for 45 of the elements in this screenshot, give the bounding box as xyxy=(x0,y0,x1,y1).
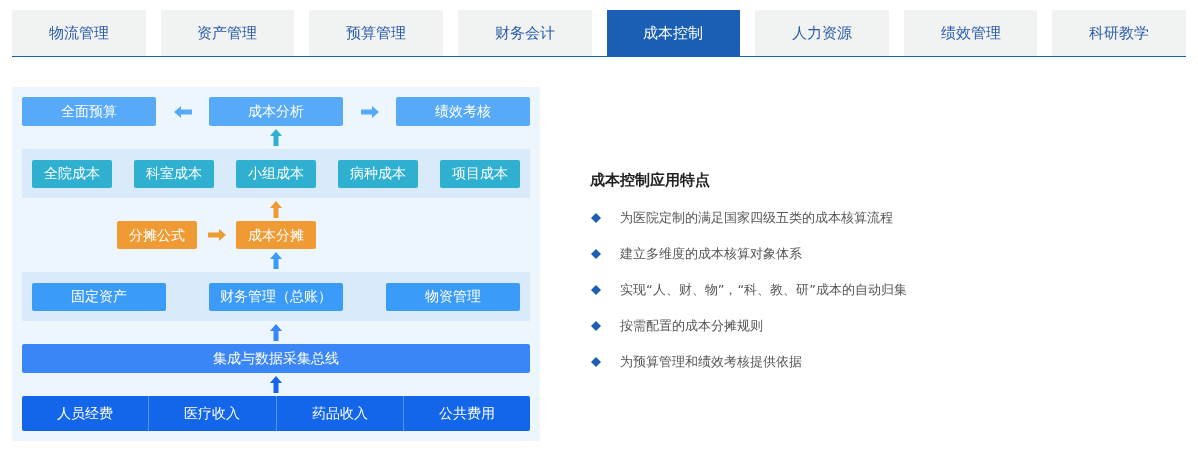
tab[interactable]: 财务会计 xyxy=(457,10,592,56)
diamond-bullet-icon xyxy=(591,212,601,223)
diagram-box: 物资管理 xyxy=(386,282,520,311)
data-bus-bar: 集成与数据采集总线 xyxy=(22,344,530,373)
source-cell: 人员经费 xyxy=(22,396,150,431)
diagram-box: 病种成本 xyxy=(338,159,418,188)
diagram-box: 全院成本 xyxy=(32,159,112,188)
diagram-box: 全面预算 xyxy=(22,97,156,126)
diamond-bullet-icon xyxy=(591,320,601,331)
up-arrow-icon xyxy=(270,201,282,218)
diagram-box: 固定资产 xyxy=(32,282,166,311)
diagram-box: 成本分析 xyxy=(209,97,343,126)
source-cell: 医疗收入 xyxy=(149,396,277,431)
diagram-box: 项目成本 xyxy=(440,159,520,188)
up-arrow-icon xyxy=(270,324,282,341)
tab[interactable]: 成本控制 xyxy=(606,10,741,56)
feature-item: 为医院定制的满足国家四级五类的成本核算流程 xyxy=(620,208,893,227)
right-arrow-icon xyxy=(207,229,226,241)
diagram-box: 财务管理（总账） xyxy=(209,282,343,311)
diamond-bullet-icon xyxy=(591,248,601,259)
tab[interactable]: 科研教学 xyxy=(1052,10,1186,56)
features-title: 成本控制应用特点 xyxy=(590,170,711,191)
feature-item: 实现“人、财、物”，“科、教、研”成本的自动归集 xyxy=(620,280,907,299)
diagram-box: 分摊公式 xyxy=(117,221,197,249)
source-cell: 药品收入 xyxy=(276,396,404,431)
tab[interactable]: 人力资源 xyxy=(755,10,889,56)
left-arrow-icon xyxy=(173,105,192,118)
up-arrow-icon xyxy=(270,129,282,146)
tab[interactable]: 预算管理 xyxy=(309,10,443,56)
feature-item: 按需配置的成本分摊规则 xyxy=(620,316,763,335)
diagram-box: 小组成本 xyxy=(236,159,316,188)
diagram-box: 绩效考核 xyxy=(396,97,530,126)
diamond-bullet-icon xyxy=(591,284,601,295)
right-arrow-icon xyxy=(360,105,379,118)
diagram-box: 科室成本 xyxy=(134,159,214,188)
up-arrow-icon xyxy=(270,376,282,393)
diagram-box: 成本分摊 xyxy=(236,221,316,249)
diamond-bullet-icon xyxy=(591,356,601,367)
feature-item: 为预算管理和绩效考核提供依据 xyxy=(620,352,802,371)
up-arrow-icon xyxy=(270,252,282,269)
tab[interactable]: 绩效管理 xyxy=(903,10,1038,56)
tab[interactable]: 物流管理 xyxy=(12,10,146,56)
tab[interactable]: 资产管理 xyxy=(160,10,295,56)
feature-item: 建立多维度的成本核算对象体系 xyxy=(620,244,802,263)
source-cell-text: 公共费用 xyxy=(437,404,496,423)
